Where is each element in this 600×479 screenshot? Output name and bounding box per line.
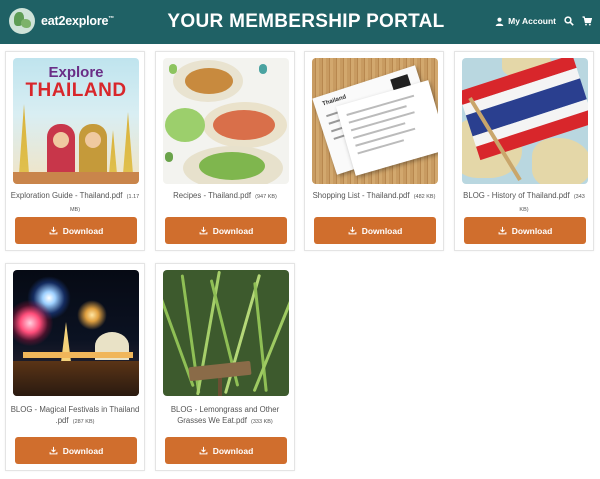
my-account-label: My Account xyxy=(508,16,556,26)
search-icon[interactable] xyxy=(564,16,574,26)
file-name: Shopping List - Thailand.pdf xyxy=(312,191,410,200)
brand-logo[interactable]: eat2explore™ xyxy=(9,8,114,34)
download-icon xyxy=(498,226,507,235)
header-nav: My Account xyxy=(495,16,592,26)
site-header: eat2explore™ YOUR MEMBERSHIP PORTAL My A… xyxy=(0,0,600,44)
download-icon xyxy=(199,446,208,455)
download-button[interactable]: Download xyxy=(314,217,436,244)
file-name: Recipes - Thailand.pdf xyxy=(173,191,251,200)
file-name: Exploration Guide - Thailand.pdf xyxy=(10,191,123,200)
user-icon xyxy=(495,17,504,26)
file-size: (482 KB) xyxy=(413,194,436,200)
card-thumbnail xyxy=(13,270,139,396)
download-card: ​ ​ ​ Recipes - Thailand.pdf (947 KB) Do… xyxy=(155,51,295,251)
card-thumbnail xyxy=(462,58,588,184)
card-thumbnail: Explore THAILAND xyxy=(13,58,139,184)
download-label: Download xyxy=(62,445,104,456)
file-size: (333 KB) xyxy=(251,419,273,425)
boy-figure xyxy=(79,124,107,178)
thailand-flag-image xyxy=(462,58,588,182)
download-card: Explore THAILAND Exploration Guide - Tha… xyxy=(5,51,145,251)
file-size: (287 KB) xyxy=(72,419,95,425)
download-button[interactable]: Download xyxy=(15,217,137,244)
download-label: Download xyxy=(62,225,104,236)
file-size: (947 KB) xyxy=(255,194,277,200)
download-card: BLOG - Magical Festivals in Thailand .pd… xyxy=(5,263,145,471)
card-thumbnail: Thailand xyxy=(312,58,438,184)
file-name: BLOG - History of Thailand.pdf xyxy=(463,191,570,200)
globe-icon xyxy=(9,8,35,34)
download-label: Download xyxy=(212,445,254,456)
card-thumbnail xyxy=(163,270,289,396)
download-button[interactable]: Download xyxy=(464,217,586,244)
download-button[interactable]: Download xyxy=(165,217,287,244)
download-icon xyxy=(49,226,58,235)
download-label: Download xyxy=(212,225,254,236)
cart-icon[interactable] xyxy=(582,16,592,26)
download-icon xyxy=(199,226,208,235)
girl-figure xyxy=(47,124,75,178)
thumb-title-explore: Explore xyxy=(48,64,104,81)
download-label: Download xyxy=(361,225,403,236)
download-icon xyxy=(348,226,357,235)
download-label: Download xyxy=(511,225,553,236)
page-title: YOUR MEMBERSHIP PORTAL xyxy=(167,11,445,32)
download-card: Thailand Shopping List - Thailand.pdf (4… xyxy=(304,51,444,251)
logo-tm: ™ xyxy=(108,15,115,22)
thumb-title-thailand: THAILAND xyxy=(25,80,127,101)
download-card: BLOG - History of Thailand.pdf (343 KB) … xyxy=(454,51,594,251)
card-thumbnail: ​ ​ ​ xyxy=(163,58,289,184)
download-icon xyxy=(49,446,58,455)
download-button[interactable]: Download xyxy=(165,437,287,464)
download-button[interactable]: Download xyxy=(15,437,137,464)
logo-text: eat2explore xyxy=(41,14,109,28)
download-card: BLOG - Lemongrass and Other Grasses We E… xyxy=(155,263,295,471)
my-account-link[interactable]: My Account xyxy=(495,16,556,26)
